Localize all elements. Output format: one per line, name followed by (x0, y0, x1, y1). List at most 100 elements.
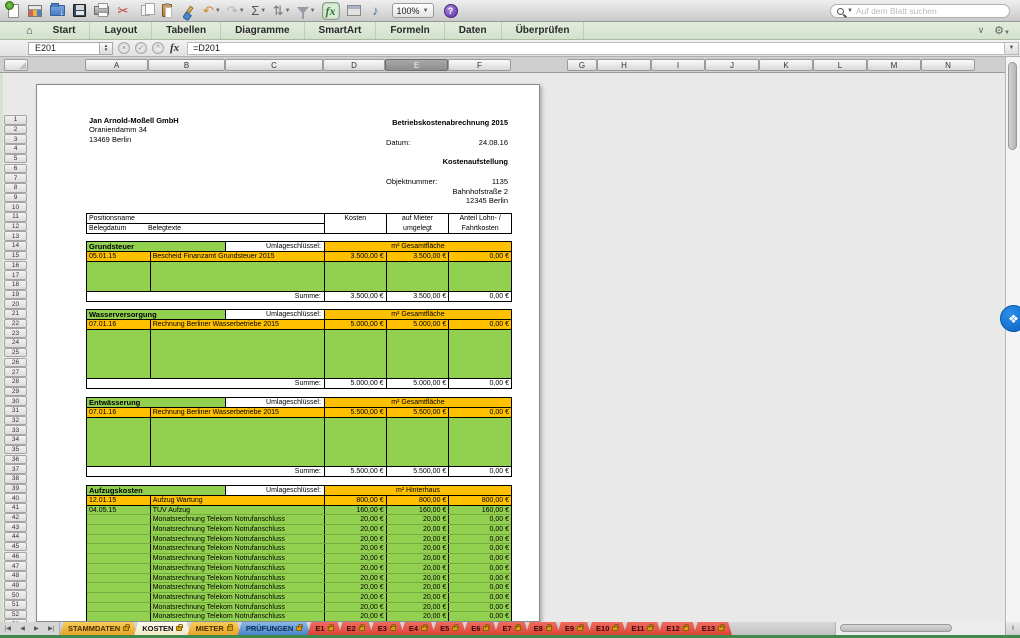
row-header-15[interactable]: 15 (4, 251, 27, 261)
belegtext-cell[interactable]: Monatsrechnung Telekom Notrufanschluss (150, 603, 324, 612)
row-header-14[interactable]: 14 (4, 241, 27, 251)
new-document-button[interactable] (5, 2, 21, 20)
row-header-43[interactable]: 43 (4, 522, 27, 532)
anteil-cell[interactable]: 0,00 € (448, 574, 511, 583)
empty-cell[interactable] (386, 330, 449, 379)
belegtext-cell[interactable]: Monatsrechnung Telekom Notrufanschluss (150, 554, 324, 563)
belegdatum-cell[interactable] (87, 544, 150, 553)
row-header-51[interactable]: 51 (4, 600, 27, 610)
row-header-35[interactable]: 35 (4, 445, 27, 455)
row-header-2[interactable]: 2 (4, 125, 27, 135)
umgelegt-cell[interactable]: 20,00 € (386, 612, 449, 621)
ribbon-tab-tabellen[interactable]: Tabellen (152, 22, 221, 40)
expand-formula-button[interactable]: ^ (152, 42, 164, 54)
header-belegdatum[interactable]: Belegdatum (87, 225, 148, 232)
sheet-tab-e10[interactable]: E10 (588, 622, 626, 635)
ribbon-tab-formeln[interactable]: Formeln (376, 22, 444, 40)
row-header-23[interactable]: 23 (4, 328, 27, 338)
kosten-cell[interactable]: 20,00 € (324, 612, 386, 621)
belegdatum-cell[interactable]: 04.05.15 (87, 506, 150, 515)
sheet-tab-e8[interactable]: E8 (526, 622, 560, 635)
belegtext-cell[interactable]: Aufzug Wartung (150, 496, 324, 505)
umlageschluessel-value[interactable]: m² Hinterhaus (324, 486, 511, 495)
row-header-11[interactable]: 11 (4, 212, 27, 222)
belegdatum-cell[interactable]: 07.01.16 (87, 320, 150, 329)
row-header-16[interactable]: 16 (4, 261, 27, 271)
sheet-tab-kosten[interactable]: KOSTEN (134, 622, 190, 635)
belegdatum-cell[interactable] (87, 574, 150, 583)
ribbon-tab-diagramme[interactable]: Diagramme (221, 22, 304, 40)
column-header-A[interactable]: A (85, 59, 148, 71)
header-anteil-lohn-fahrtkosten[interactable]: Anteil Lohn- / Fahrtkosten (448, 214, 511, 233)
anteil-cell[interactable]: 0,00 € (448, 252, 511, 261)
belegtext-cell[interactable]: Monatsrechnung Telekom Notrufanschluss (150, 535, 324, 544)
insert-function-button[interactable]: fx (170, 42, 179, 54)
belegdatum-cell[interactable]: 05.01.15 (87, 252, 150, 261)
summe-label[interactable]: Summe: (87, 292, 324, 301)
select-all-corner[interactable] (4, 59, 28, 71)
kosten-cell[interactable]: 20,00 € (324, 564, 386, 573)
summe-label[interactable]: Summe: (87, 379, 324, 388)
sheet-tab-e13[interactable]: E13 (694, 622, 732, 635)
empty-cell[interactable] (448, 262, 511, 291)
summe-kosten[interactable]: 3.500,00 € (324, 292, 386, 301)
belegdatum-cell[interactable] (87, 554, 150, 563)
belegtext-cell[interactable]: Rechnung Berliner Wasserbetriebe 2015 (150, 320, 324, 329)
sheet-tab-e12[interactable]: E12 (658, 622, 696, 635)
belegdatum-cell[interactable] (87, 564, 150, 573)
anteil-cell[interactable]: 0,00 € (448, 408, 511, 417)
umlageschluessel-value[interactable]: m² Gesamtfläche (324, 310, 511, 319)
kosten-cell[interactable]: 800,00 € (324, 496, 386, 505)
row-header-25[interactable]: 25 (4, 348, 27, 358)
horizontal-scrollbar[interactable] (835, 622, 1005, 635)
anteil-cell[interactable]: 0,00 € (448, 515, 511, 524)
sender-name[interactable]: Jan Arnold-Moßell GmbH (89, 116, 179, 125)
kosten-cell[interactable]: 20,00 € (324, 583, 386, 592)
sheet-tab-e11[interactable]: E11 (623, 622, 661, 635)
row-header-48[interactable]: 48 (4, 571, 27, 581)
document-subtitle[interactable]: Kostenaufstellung (443, 157, 508, 166)
empty-cell[interactable] (150, 418, 324, 467)
summe-anteil[interactable]: 0,00 € (448, 292, 511, 301)
vertical-scrollbar[interactable] (1005, 57, 1020, 622)
row-header-27[interactable]: 27 (4, 367, 27, 377)
header-belegtexte[interactable]: Belegtexte (148, 225, 181, 232)
column-header-L[interactable]: L (813, 59, 867, 71)
ribbon-tab-smartart[interactable]: SmartArt (305, 22, 377, 40)
column-header-H[interactable]: H (597, 59, 651, 71)
umgelegt-cell[interactable]: 20,00 € (386, 593, 449, 602)
column-header-F[interactable]: F (448, 59, 511, 71)
row-header-52[interactable]: 52 (4, 610, 27, 620)
kosten-cell[interactable]: 20,00 € (324, 593, 386, 602)
name-box[interactable]: E201 (28, 42, 100, 55)
section-name[interactable]: Grundsteuer (87, 242, 225, 251)
header-kosten[interactable]: Kosten (324, 214, 386, 233)
row-header-8[interactable]: 8 (4, 183, 27, 193)
sheet-tab-e9[interactable]: E9 (557, 622, 591, 635)
sheet-tab-e1[interactable]: E1 (307, 622, 341, 635)
anteil-cell[interactable]: 0,00 € (448, 583, 511, 592)
sort-button-dropdown-icon[interactable]: ▼ (285, 8, 291, 14)
summe-label[interactable]: Summe: (87, 467, 324, 476)
anteil-cell[interactable]: 0,00 € (448, 612, 511, 621)
row-header-40[interactable]: 40 (4, 493, 27, 503)
row-header-39[interactable]: 39 (4, 484, 27, 494)
vertical-scrollbar-thumb[interactable] (1008, 62, 1017, 150)
umgelegt-cell[interactable]: 20,00 € (386, 525, 449, 534)
column-header-M[interactable]: M (867, 59, 921, 71)
row-header-19[interactable]: 19 (4, 290, 27, 300)
kosten-cell[interactable]: 5.000,00 € (324, 320, 386, 329)
row-header-33[interactable]: 33 (4, 425, 27, 435)
belegdatum-cell[interactable] (87, 603, 150, 612)
row-header-49[interactable]: 49 (4, 581, 27, 591)
umlageschluessel-label[interactable]: Umlageschlüssel: (225, 310, 324, 319)
umgelegt-cell[interactable]: 20,00 € (386, 583, 449, 592)
umgelegt-cell[interactable]: 20,00 € (386, 554, 449, 563)
belegtext-cell[interactable]: Monatsrechnung Telekom Notrufanschluss (150, 525, 324, 534)
row-header-6[interactable]: 6 (4, 164, 27, 174)
umlageschluessel-label[interactable]: Umlageschlüssel: (225, 486, 324, 495)
filter-button-dropdown-icon[interactable]: ▼ (310, 8, 316, 14)
column-header-B[interactable]: B (148, 59, 225, 71)
row-header-45[interactable]: 45 (4, 542, 27, 552)
belegdatum-cell[interactable] (87, 612, 150, 621)
